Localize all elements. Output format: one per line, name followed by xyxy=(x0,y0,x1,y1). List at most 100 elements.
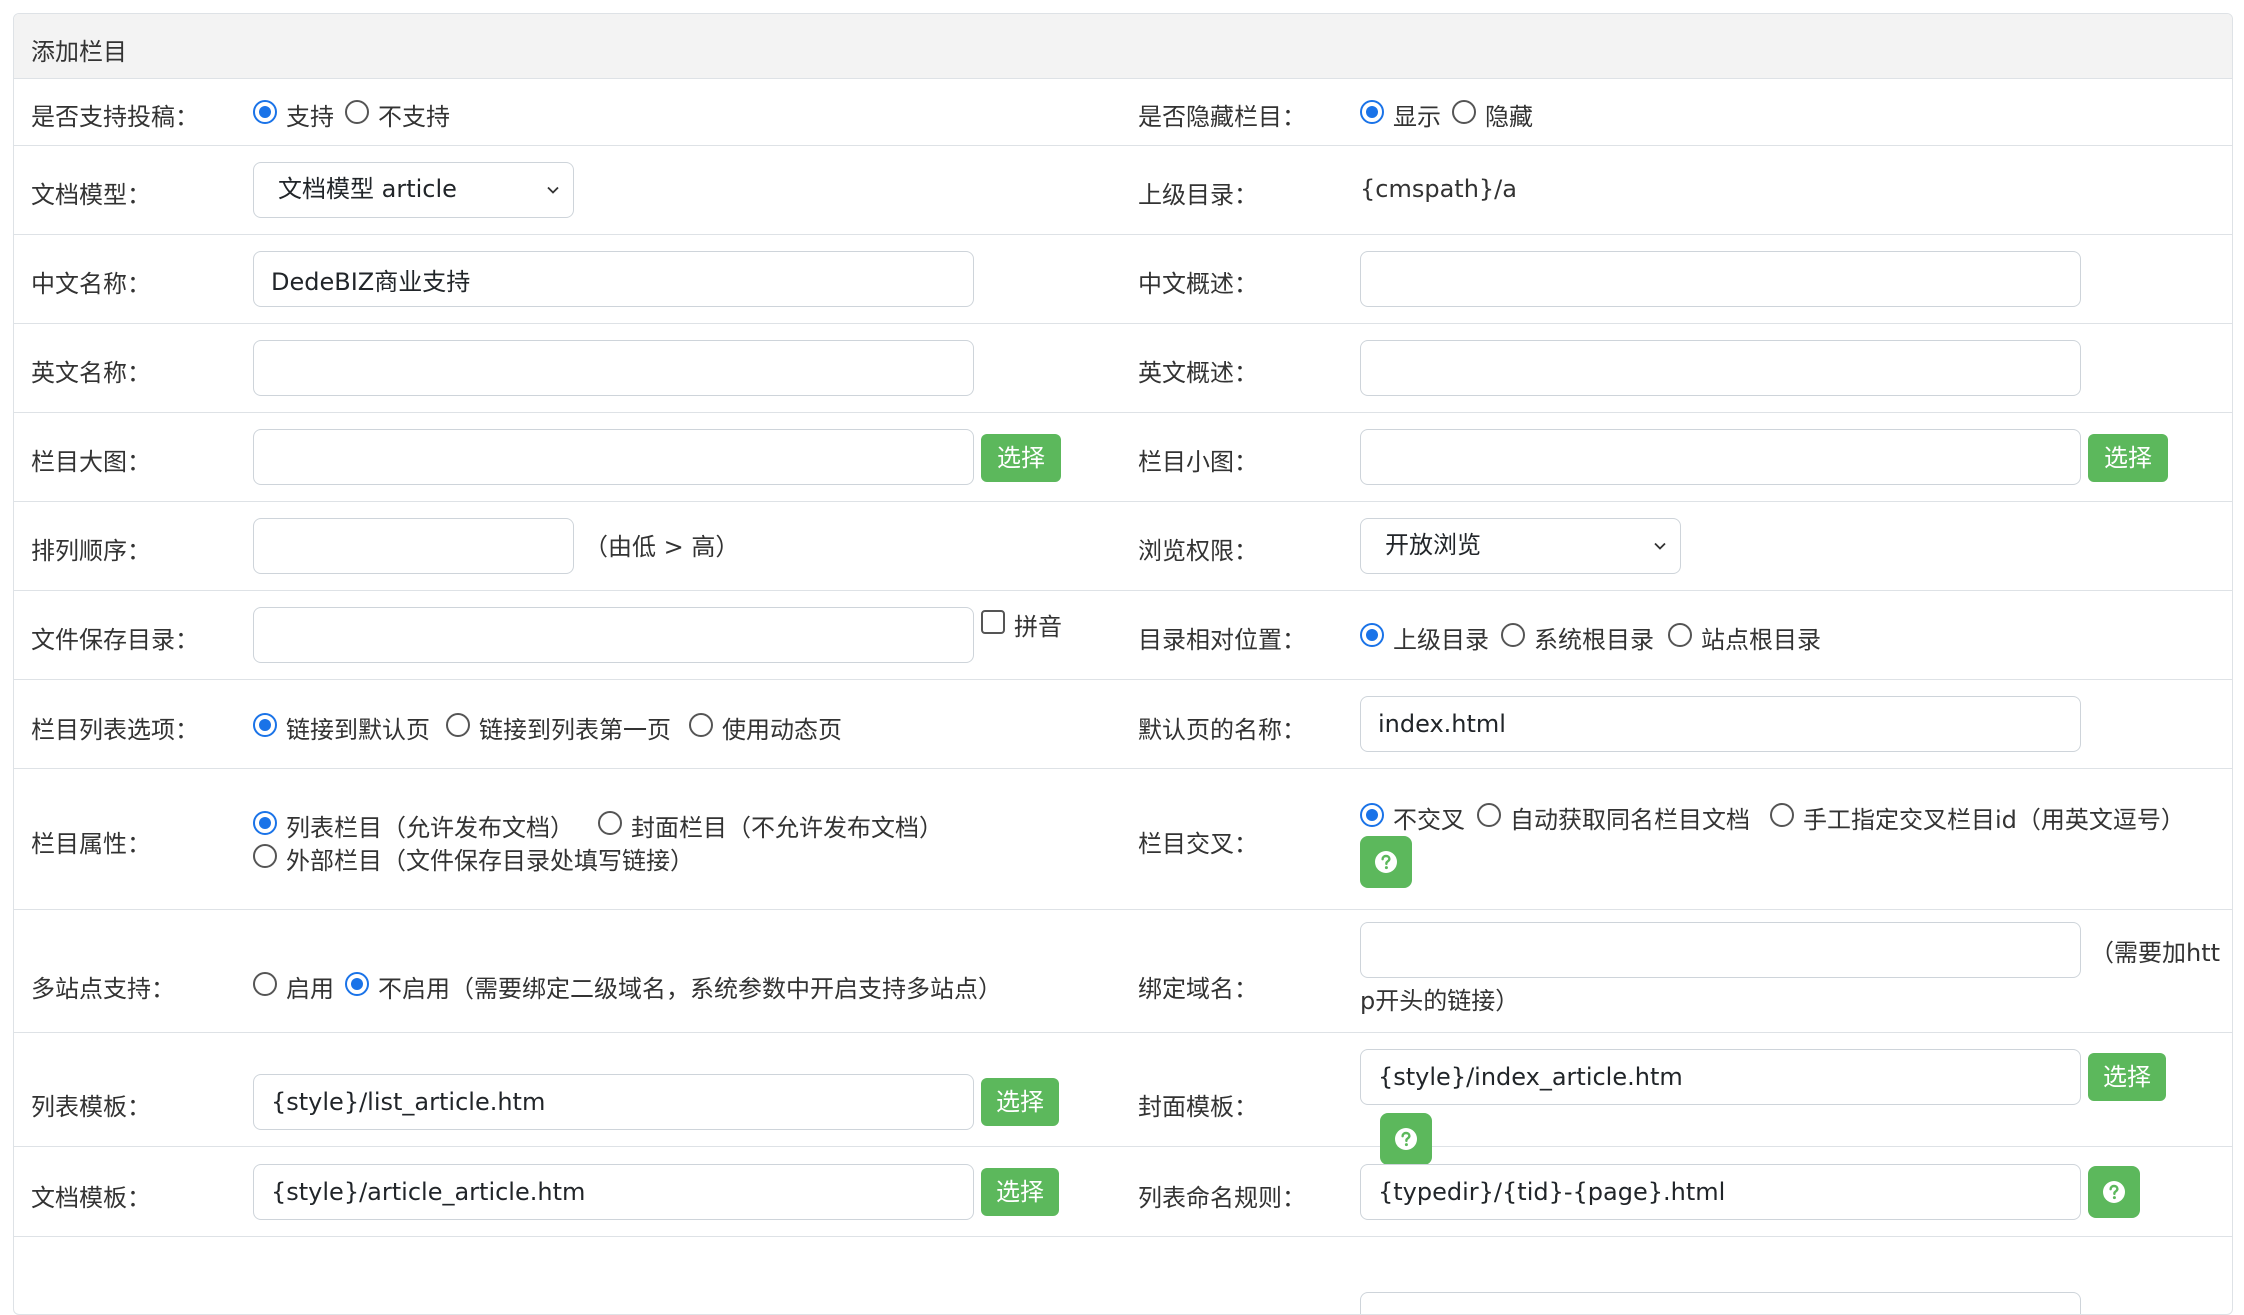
row-doc-model: 文档模型： 文档模型 article 上级目录： {cmspath}/a xyxy=(14,145,2232,235)
big-pic-input[interactable] xyxy=(253,429,974,485)
dir-position-root-radio[interactable] xyxy=(1501,623,1525,647)
big-pic-select-button[interactable]: 选择 xyxy=(981,434,1061,482)
dir-position-parent-label: 上级目录 xyxy=(1393,626,1489,654)
default-page-input[interactable] xyxy=(1360,696,2081,752)
add-category-panel: 添加栏目 是否支持投稿： 支持 不支持 是否隐藏栏目： 显示 隐藏 文档模型： … xyxy=(13,13,2233,1315)
cross-help-button[interactable] xyxy=(1360,836,1412,888)
cross-label: 栏目交叉： xyxy=(1138,830,1258,858)
browse-perm-select[interactable]: 开放浏览 xyxy=(1360,518,1681,574)
cover-tpl-label: 封面模板： xyxy=(1138,1093,1258,1121)
big-pic-label: 栏目大图： xyxy=(31,448,151,476)
row-sort: 排列顺序： （由低 > 高） 浏览权限： 开放浏览 xyxy=(14,501,2232,591)
list-option-first-label: 链接到列表第一页 xyxy=(479,716,671,744)
contribute-no-label: 不支持 xyxy=(378,103,450,131)
attr-cover-label: 封面栏目（不允许发布文档） xyxy=(631,814,943,842)
cn-desc-label: 中文概述： xyxy=(1138,270,1258,298)
doc-tpl-label: 文档模板： xyxy=(31,1184,151,1212)
row-save-dir: 文件保存目录： 拼音 目录相对位置： 上级目录 系统根目录 站点根目录 xyxy=(14,590,2232,680)
dir-position-site-radio[interactable] xyxy=(1668,623,1692,647)
list-option-dynamic-radio[interactable] xyxy=(689,713,713,737)
cross-manual-radio[interactable] xyxy=(1770,803,1794,827)
browse-perm-value: 开放浏览 xyxy=(1385,531,1481,559)
row-cn-name: 中文名称： 中文概述： xyxy=(14,234,2232,324)
contribute-no-radio[interactable] xyxy=(345,100,369,124)
hidden-show-label: 显示 xyxy=(1393,103,1441,131)
doc-model-value: 文档模型 article xyxy=(278,175,457,203)
attr-list-label: 列表栏目（允许发布文档） xyxy=(286,814,574,842)
cn-desc-input[interactable] xyxy=(1360,251,2081,307)
list-tpl-input[interactable] xyxy=(253,1074,974,1130)
list-rule-help-button[interactable] xyxy=(2088,1166,2140,1218)
hidden-label: 是否隐藏栏目： xyxy=(1138,103,1306,131)
attr-cover-radio[interactable] xyxy=(598,811,622,835)
save-dir-input[interactable] xyxy=(253,607,974,663)
list-option-dynamic-label: 使用动态页 xyxy=(722,716,842,744)
row-en-name: 英文名称： 英文概述： xyxy=(14,323,2232,413)
question-circle-icon xyxy=(2103,1181,2125,1203)
list-rule-label: 列表命名规则： xyxy=(1138,1184,1306,1212)
doc-model-label: 文档模型： xyxy=(31,181,151,209)
list-option-default-radio[interactable] xyxy=(253,713,277,737)
save-dir-label: 文件保存目录： xyxy=(31,626,199,654)
contribute-yes-label: 支持 xyxy=(286,103,334,131)
list-rule-input[interactable] xyxy=(1360,1164,2081,1220)
hidden-show-radio[interactable] xyxy=(1360,100,1384,124)
contribute-label: 是否支持投稿： xyxy=(31,103,199,131)
small-pic-label: 栏目小图： xyxy=(1138,448,1258,476)
list-tpl-label: 列表模板： xyxy=(31,1093,151,1121)
attr-label: 栏目属性： xyxy=(31,830,151,858)
attr-external-radio[interactable] xyxy=(253,844,277,868)
cn-name-label: 中文名称： xyxy=(31,270,151,298)
cross-manual-label: 手工指定交叉栏目id（用英文逗号） xyxy=(1803,806,2185,834)
small-pic-input[interactable] xyxy=(1360,429,2081,485)
list-option-default-label: 链接到默认页 xyxy=(286,716,430,744)
hidden-hide-label: 隐藏 xyxy=(1485,103,1533,131)
list-tpl-select-button[interactable]: 选择 xyxy=(981,1078,1059,1126)
cross-none-radio[interactable] xyxy=(1360,803,1384,827)
multisite-label: 多站点支持： xyxy=(31,975,175,1003)
multisite-enable-label: 启用 xyxy=(286,975,334,1003)
row-contribute: 是否支持投稿： 支持 不支持 是否隐藏栏目： 显示 隐藏 xyxy=(14,79,2232,146)
row-attr: 栏目属性： 列表栏目（允许发布文档） 封面栏目（不允许发布文档） 外部栏目（文件… xyxy=(14,768,2232,910)
parent-dir-label: 上级目录： xyxy=(1138,181,1258,209)
en-desc-label: 英文概述： xyxy=(1138,359,1258,387)
parent-dir-value: {cmspath}/a xyxy=(1360,175,1517,203)
doc-tpl-input[interactable] xyxy=(253,1164,974,1220)
bind-domain-input[interactable] xyxy=(1360,922,2081,978)
dir-position-root-label: 系统根目录 xyxy=(1534,626,1654,654)
next-row-input[interactable] xyxy=(1360,1292,2081,1314)
cover-tpl-select-button[interactable]: 选择 xyxy=(2088,1053,2166,1101)
row-doc-tpl: 文档模板： 选择 列表命名规则： xyxy=(14,1146,2232,1237)
dir-position-parent-radio[interactable] xyxy=(1360,623,1384,647)
cover-tpl-input[interactable] xyxy=(1360,1049,2081,1105)
question-circle-icon xyxy=(1375,851,1397,873)
cross-auto-radio[interactable] xyxy=(1477,803,1501,827)
browse-perm-label: 浏览权限： xyxy=(1138,537,1258,565)
en-name-input[interactable] xyxy=(253,340,974,396)
sort-order-label: 排列顺序： xyxy=(31,537,151,565)
sort-order-input[interactable] xyxy=(253,518,574,574)
attr-list-radio[interactable] xyxy=(253,811,277,835)
bind-domain-label: 绑定域名： xyxy=(1138,975,1258,1003)
pinyin-checkbox[interactable] xyxy=(981,610,1005,634)
doc-tpl-select-button[interactable]: 选择 xyxy=(981,1168,1059,1216)
panel-title: 添加栏目 xyxy=(31,38,127,66)
list-option-label: 栏目列表选项： xyxy=(31,716,199,744)
cross-auto-label: 自动获取同名栏目文档 xyxy=(1510,806,1750,834)
small-pic-select-button[interactable]: 选择 xyxy=(2088,434,2168,482)
hidden-hide-radio[interactable] xyxy=(1452,100,1476,124)
doc-model-select[interactable]: 文档模型 article xyxy=(253,162,574,218)
contribute-yes-radio[interactable] xyxy=(253,100,277,124)
multisite-disable-radio[interactable] xyxy=(345,972,369,996)
dir-position-site-label: 站点根目录 xyxy=(1701,626,1821,654)
multisite-enable-radio[interactable] xyxy=(253,972,277,996)
list-option-first-radio[interactable] xyxy=(446,713,470,737)
en-desc-input[interactable] xyxy=(1360,340,2081,396)
multisite-disable-label: 不启用（需要绑定二级域名，系统参数中开启支持多站点） xyxy=(378,975,1002,1003)
en-name-label: 英文名称： xyxy=(31,359,151,387)
row-templates: 列表模板： 选择 封面模板： 选择 xyxy=(14,1032,2232,1165)
cn-name-input[interactable] xyxy=(253,251,974,307)
row-next-partial xyxy=(14,1236,2232,1314)
chevron-down-icon xyxy=(547,186,559,194)
sort-order-hint: （由低 > 高） xyxy=(584,533,740,561)
